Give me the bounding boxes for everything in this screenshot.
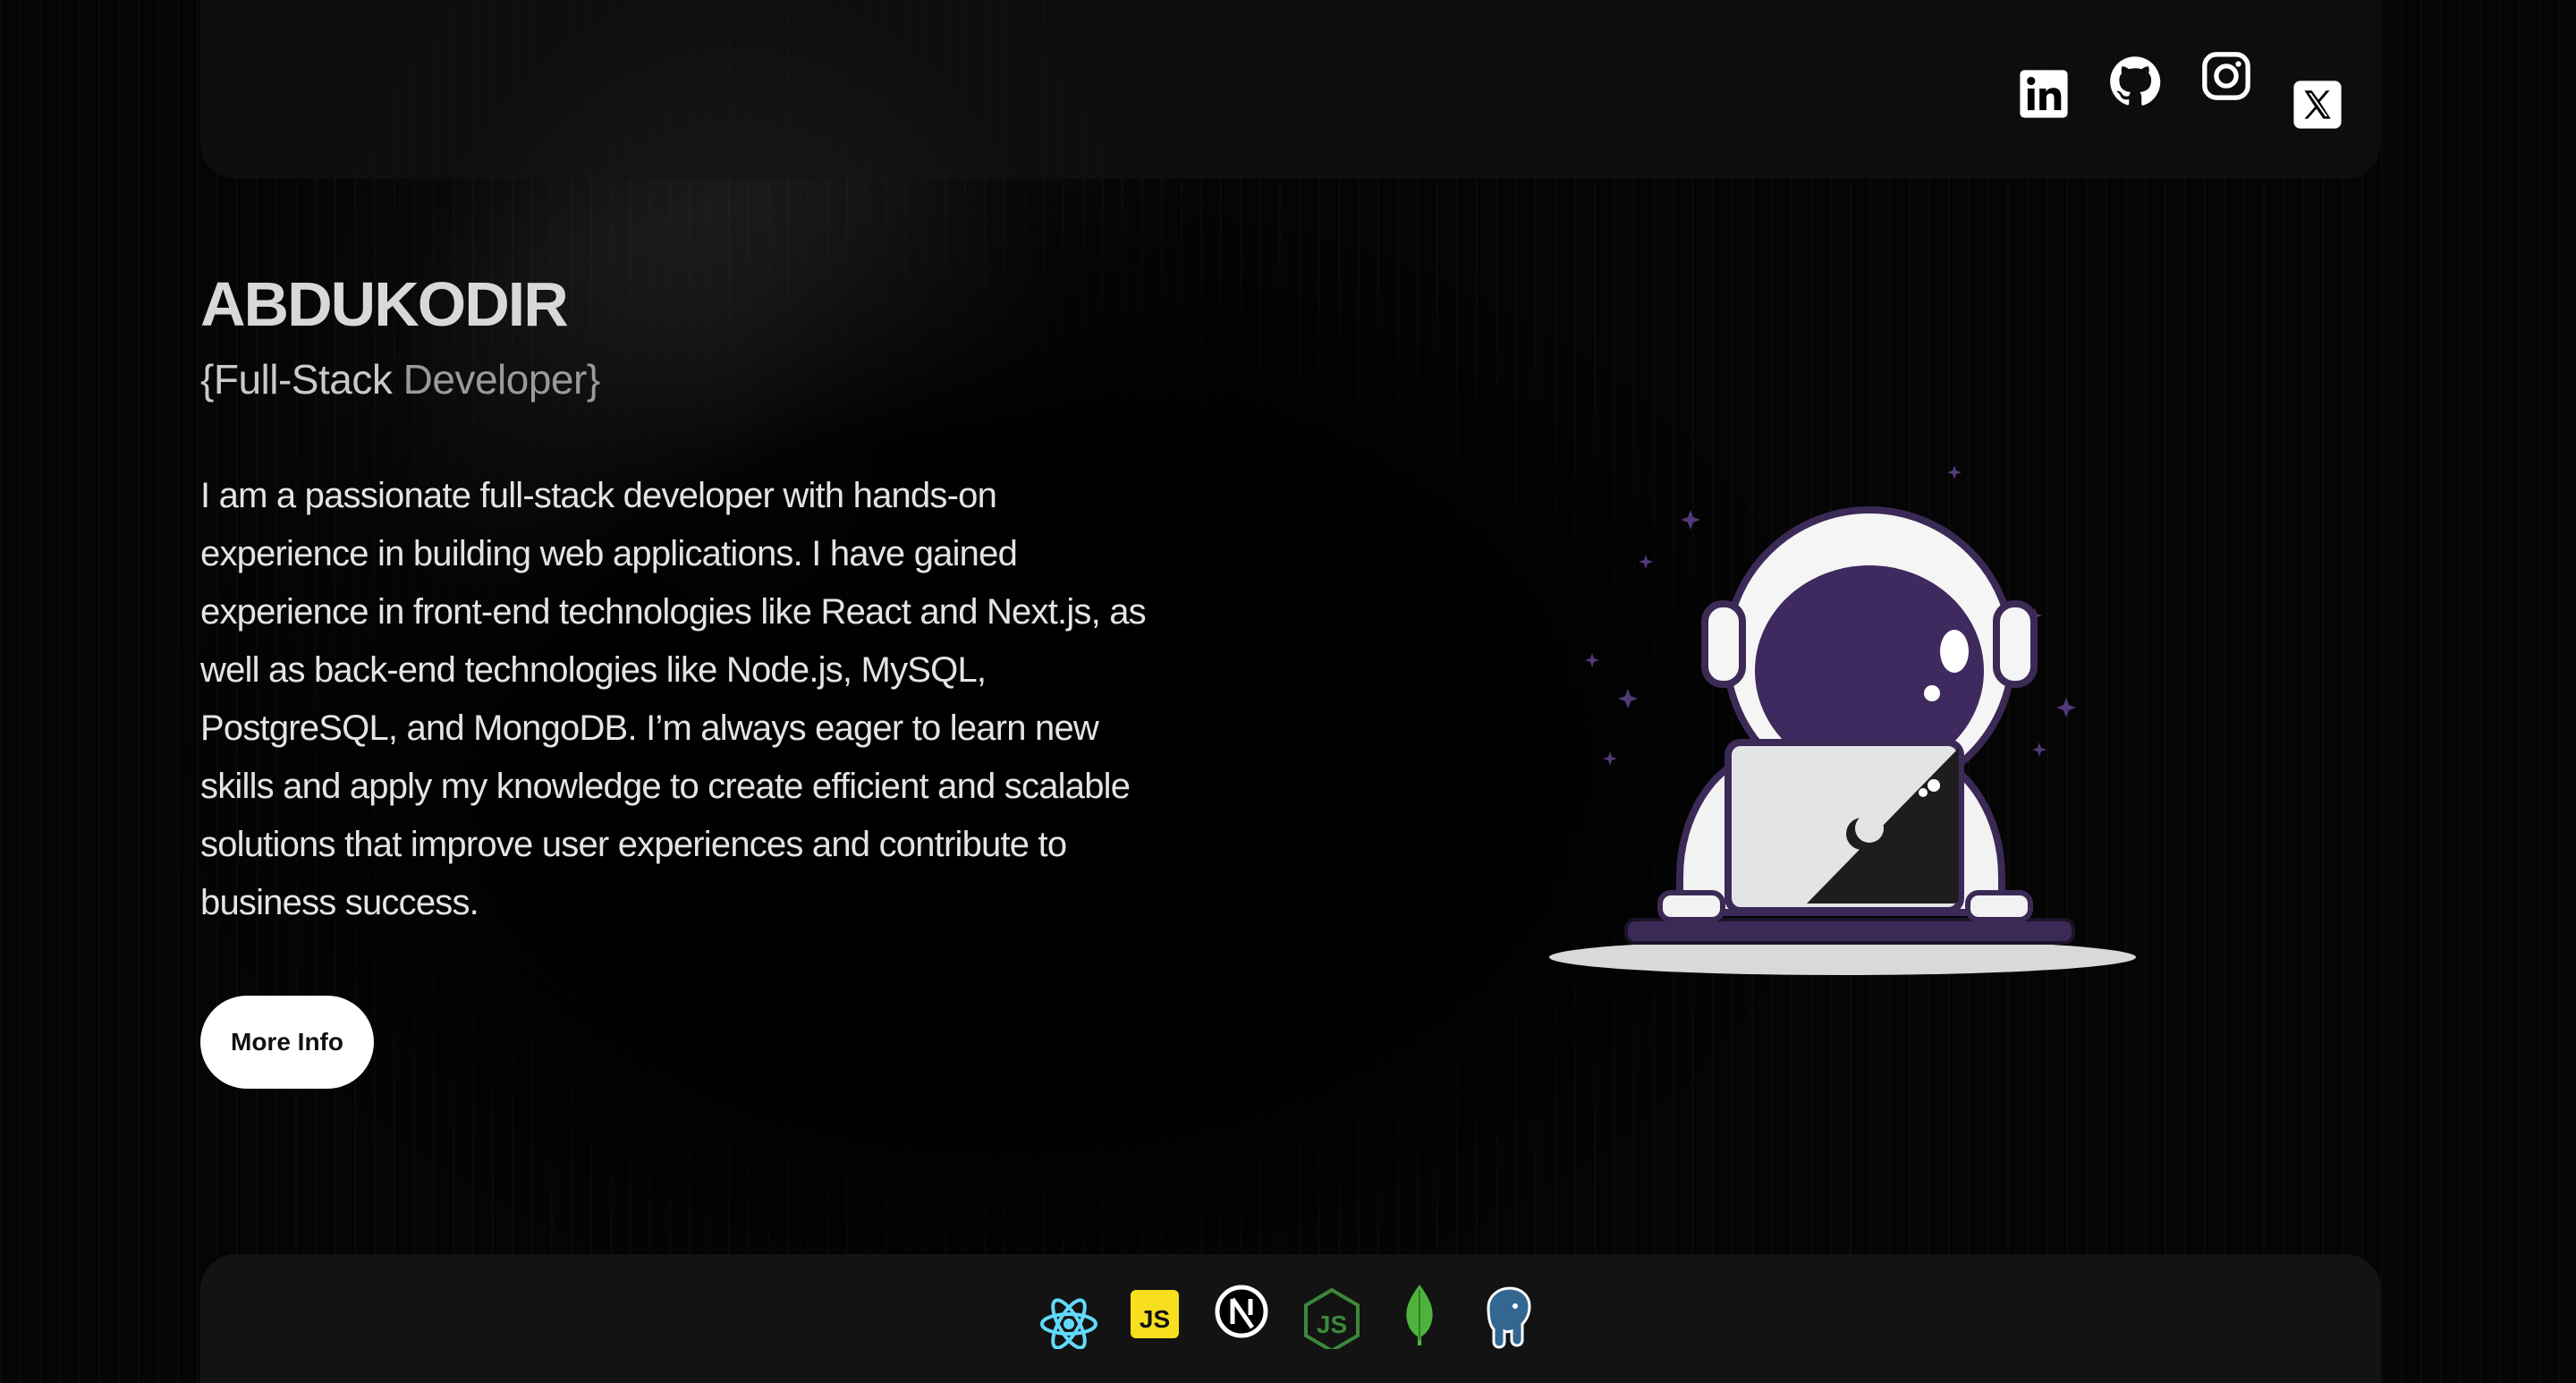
social-links [2018, 50, 2343, 131]
role-part-2: Developer} [392, 356, 601, 403]
developer-name: ABDUKODIR [200, 269, 569, 339]
tech-stack: JS JS [1038, 1281, 1538, 1349]
x-link[interactable] [2292, 79, 2343, 131]
x-icon [2293, 81, 2342, 129]
react-icon [1038, 1281, 1100, 1349]
nextjs-icon [1213, 1281, 1275, 1349]
more-info-button[interactable]: More Info [200, 996, 374, 1089]
role-part-1: {Full-Stack [200, 356, 393, 403]
github-icon [2110, 56, 2161, 106]
hero-section: ABDUKODIR {Full-Stack Developer} I am a … [200, 268, 1148, 932]
svg-text:JS: JS [1140, 1305, 1170, 1333]
bio-text: I am a passionate full-stack developer w… [200, 476, 1147, 922]
linkedin-icon [2020, 70, 2068, 118]
github-link[interactable] [2109, 55, 2161, 107]
astronaut-laptop-illustration [1549, 465, 2136, 975]
nodejs-icon: JS [1301, 1281, 1363, 1349]
mongodb-icon [1388, 1281, 1451, 1349]
linkedin-link[interactable] [2018, 68, 2070, 120]
javascript-icon: JS [1125, 1281, 1188, 1349]
portfolio-page: ABDUKODIR {Full-Stack Developer} I am a … [0, 0, 2576, 1383]
instagram-link[interactable] [2200, 50, 2252, 102]
developer-role: {Full-Stack Developer} [200, 352, 1148, 406]
postgresql-icon [1476, 1281, 1538, 1349]
svg-text:JS: JS [1317, 1311, 1347, 1338]
instagram-icon [2202, 52, 2250, 100]
